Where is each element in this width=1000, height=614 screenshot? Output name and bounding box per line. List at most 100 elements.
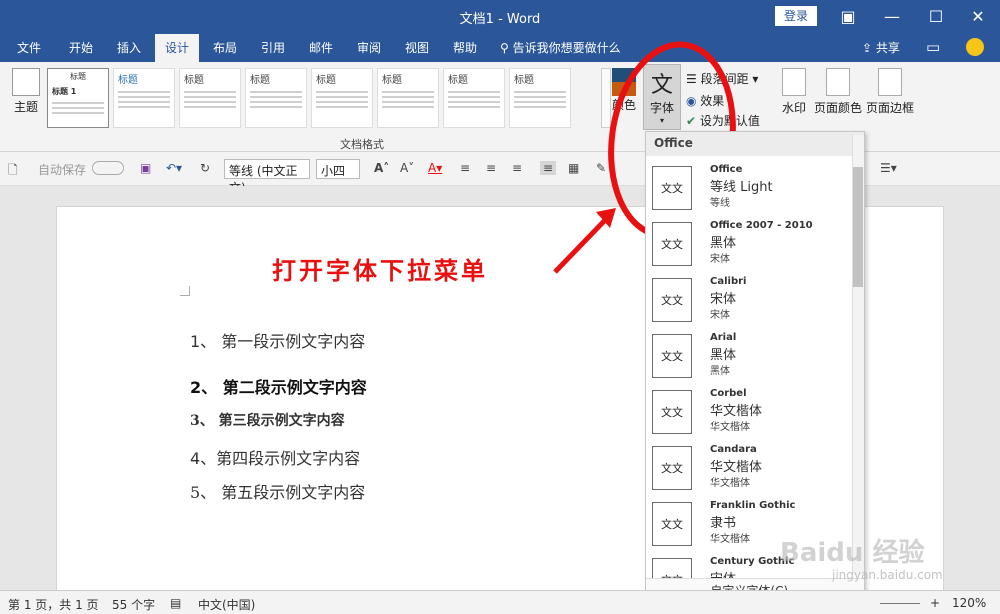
style-set-item[interactable]: 标题 (179, 68, 241, 128)
font-scheme-thumb: 文文 (652, 446, 692, 490)
share-icon: ⇪ (862, 41, 876, 55)
group-label-document-formatting: 文档格式 (340, 138, 384, 151)
font-name-select[interactable]: 等线 (中文正文) (224, 159, 310, 195)
zoom-level[interactable]: 120% (952, 596, 986, 610)
page-color-button[interactable]: 页面颜色 (812, 68, 864, 116)
line-spacing-icon[interactable]: ☰▾ (880, 161, 897, 175)
tab-review[interactable]: 审阅 (346, 34, 392, 62)
colors-button[interactable]: 颜色 (609, 68, 639, 113)
page-borders-icon (878, 68, 902, 96)
style-set-gallery: 标题 标题 1 标题 标题 标题 标题 标题 标题 标题 (45, 68, 600, 128)
tab-design[interactable]: 设计 (155, 34, 199, 62)
fonts-button[interactable]: 文 字体 ▾ (643, 64, 681, 130)
annotation-text: 打开字体下拉菜单 (272, 256, 488, 285)
style-set-item[interactable]: 标题 (443, 68, 505, 128)
style-set-item[interactable]: 标题 (245, 68, 307, 128)
comments-icon[interactable]: ▭ (926, 38, 940, 56)
minimize-icon[interactable]: — (870, 0, 914, 34)
tab-layout[interactable]: 布局 (202, 34, 248, 62)
paragraph-4[interactable]: 4、第四段示例文字内容 (190, 445, 360, 469)
tab-home[interactable]: 开始 (58, 34, 104, 62)
align-right-icon[interactable]: ≡ (512, 161, 522, 175)
tab-insert[interactable]: 插入 (106, 34, 152, 62)
tab-file[interactable]: 文件 (8, 34, 50, 62)
effects-button[interactable]: ◉ 效果 (686, 92, 724, 109)
font-scheme-item[interactable]: 文文 Office 2007 - 2010 黑体 宋体 (646, 218, 851, 274)
lightbulb-icon: ⚲ (500, 41, 513, 55)
margin-corner-mark (180, 286, 190, 296)
font-scheme-item[interactable]: 文文 Calibri 宋体 宋体 (646, 274, 851, 330)
themes-button[interactable]: 主题 (8, 68, 44, 115)
page-count[interactable]: 第 1 页，共 1 页 (8, 596, 99, 613)
paragraph-1[interactable]: 1、 第一段示例文字内容 (190, 328, 365, 352)
dropdown-header: Office (646, 132, 864, 156)
align-center-icon[interactable]: ≡ (486, 161, 496, 175)
style-set-item[interactable]: 标题 (509, 68, 571, 128)
page-color-icon (826, 68, 850, 96)
zoom-in-icon[interactable]: + (930, 596, 940, 610)
font-scheme-item[interactable]: 文文 Arial 黑体 黑体 (646, 330, 851, 386)
autosave-label: 自动保存 (38, 163, 87, 177)
style-set-item[interactable]: 标题 (377, 68, 439, 128)
share-button[interactable]: ⇪ 共享 (862, 34, 900, 62)
justify-icon[interactable]: ≡ (540, 161, 557, 175)
font-scheme-item[interactable]: 文文 Corbel 华文楷体 华文楷体 (646, 386, 851, 442)
paragraph-spacing-button[interactable]: ☰ 段落间距 ▾ (686, 70, 758, 87)
ribbon-display-icon[interactable]: ▣ (826, 0, 870, 34)
font-scheme-thumb: 文文 (652, 278, 692, 322)
close-icon[interactable]: ✕ (956, 0, 1000, 34)
font-scheme-thumb: 文文 (652, 558, 692, 578)
maximize-icon[interactable]: ☐ (914, 0, 958, 34)
chevron-down-icon: ▾ (659, 116, 664, 125)
paragraph-2[interactable]: 2、 第二段示例文字内容 (190, 374, 367, 398)
login-button[interactable]: 登录 (775, 6, 817, 26)
font-size-select[interactable]: 小四 (316, 159, 360, 179)
font-scheme-item[interactable]: 文文 Candara 华文楷体 华文楷体 (646, 442, 851, 498)
check-icon: ✔ (686, 114, 700, 128)
font-color-icon[interactable]: A▾ (428, 161, 442, 175)
language-indicator[interactable]: 中文(中国) (198, 596, 255, 613)
fonts-icon: 文 (650, 73, 673, 98)
font-scheme-thumb: 文文 (652, 166, 692, 210)
tab-references[interactable]: 引用 (250, 34, 296, 62)
watermark-button[interactable]: 水印 (776, 68, 812, 116)
tab-mailings[interactable]: 邮件 (298, 34, 344, 62)
word-count[interactable]: 55 个字 (112, 596, 155, 613)
title-bar: 文档1 - Word 登录 ▣ — ☐ ✕ (0, 0, 1000, 34)
style-set-item[interactable]: 标题 标题 1 (47, 68, 109, 128)
tab-view[interactable]: 视图 (394, 34, 440, 62)
font-scheme-thumb: 文文 (652, 222, 692, 266)
paragraph-3[interactable]: 3、 第三段示例文字内容 (190, 410, 345, 430)
zoom-slider[interactable] (880, 603, 920, 604)
paragraph-spacing-icon: ☰ (686, 72, 701, 86)
smiley-icon[interactable] (966, 38, 984, 56)
effects-icon: ◉ (686, 94, 701, 108)
tell-me-box[interactable]: ⚲ 告诉我你想要做什么 (500, 34, 621, 62)
set-as-default-button[interactable]: ✔ 设为默认值 (686, 112, 760, 129)
baidu-watermark: Baidu 经验 (780, 538, 925, 568)
status-bar: 第 1 页，共 1 页 55 个字 ▤ 中文(中国) + 120% (0, 590, 1000, 614)
paragraph-5[interactable]: 5、 第五段示例文字内容 (190, 479, 365, 503)
colors-icon (612, 68, 636, 96)
font-scheme-thumb: 文文 (652, 390, 692, 434)
autosave-toggle[interactable] (92, 161, 124, 175)
grow-font-icon[interactable]: A˄ (374, 161, 389, 175)
table-icon[interactable]: ▦ (568, 161, 579, 175)
menu-bar: 文件 开始 插入 设计 布局 引用 邮件 审阅 视图 帮助 ⚲ 告诉我你想要做什… (0, 34, 1000, 62)
proofing-icon[interactable]: ▤ (170, 596, 181, 610)
page-borders-button[interactable]: 页面边框 (864, 68, 916, 116)
style-set-item[interactable]: 标题 (311, 68, 373, 128)
save-icon[interactable]: ▣ (140, 161, 151, 175)
shrink-font-icon[interactable]: A˅ (400, 161, 414, 175)
format-painter-icon[interactable]: ✎ (596, 161, 606, 175)
style-set-item[interactable]: 标题 (113, 68, 175, 128)
dropdown-scroll-thumb[interactable] (853, 167, 863, 287)
font-scheme-thumb: 文文 (652, 334, 692, 378)
font-scheme-item[interactable]: 文文 Office 等线 Light 等线 (646, 162, 851, 218)
undo-icon[interactable]: ↶▾ (166, 161, 182, 175)
tab-help[interactable]: 帮助 (442, 34, 488, 62)
new-doc-icon[interactable]: 🗋 (8, 161, 18, 182)
font-scheme-thumb: 文文 (652, 502, 692, 546)
align-left-icon[interactable]: ≡ (460, 161, 470, 175)
redo-icon[interactable]: ↻ (200, 161, 210, 175)
